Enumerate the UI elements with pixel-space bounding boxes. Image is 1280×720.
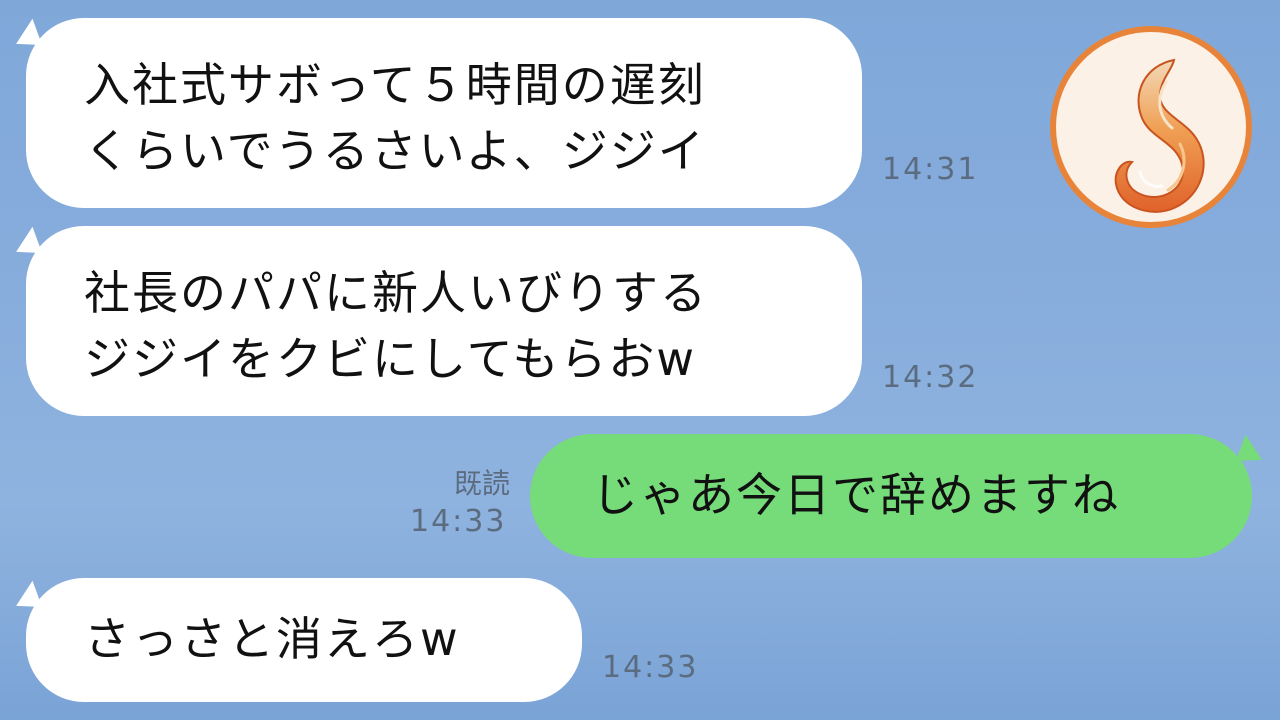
message-bubble-incoming[interactable]: 入社式サボって５時間の遅刻 くらいでうるさいよ、ジジイ — [26, 18, 862, 208]
fox-tail-icon — [1114, 58, 1205, 213]
message-text-line: 入社式サボって５時間の遅刻 — [84, 58, 706, 112]
message-bubble-incoming[interactable]: さっさと消えろw — [26, 578, 582, 702]
message-timestamp: 14:31 — [882, 152, 979, 187]
message-timestamp: 14:33 — [410, 504, 507, 539]
avatar[interactable] — [1050, 26, 1252, 228]
message-bubble-incoming[interactable]: 社長のパパに新人いびりする ジジイをクビにしてもらおw — [26, 226, 862, 416]
message-text-line: さっさと消えろw — [84, 612, 460, 666]
message-text-line: くらいでうるさいよ、ジジイ — [84, 124, 706, 178]
chat-view: 入社式サボって５時間の遅刻 くらいでうるさいよ、ジジイ 14:31 社長のパパに… — [0, 0, 1280, 720]
message-text-line: 社長のパパに新人いびりする — [84, 266, 708, 320]
message-bubble-outgoing[interactable]: じゃあ今日で辞めますね — [530, 434, 1252, 558]
message-timestamp: 14:32 — [882, 360, 979, 395]
message-text-line: ジジイをクビにしてもらおw — [84, 332, 696, 386]
read-receipt-label: 既読 — [453, 467, 510, 500]
message-text-line: じゃあ今日で辞めますね — [592, 468, 1120, 522]
message-timestamp: 14:33 — [602, 650, 699, 685]
